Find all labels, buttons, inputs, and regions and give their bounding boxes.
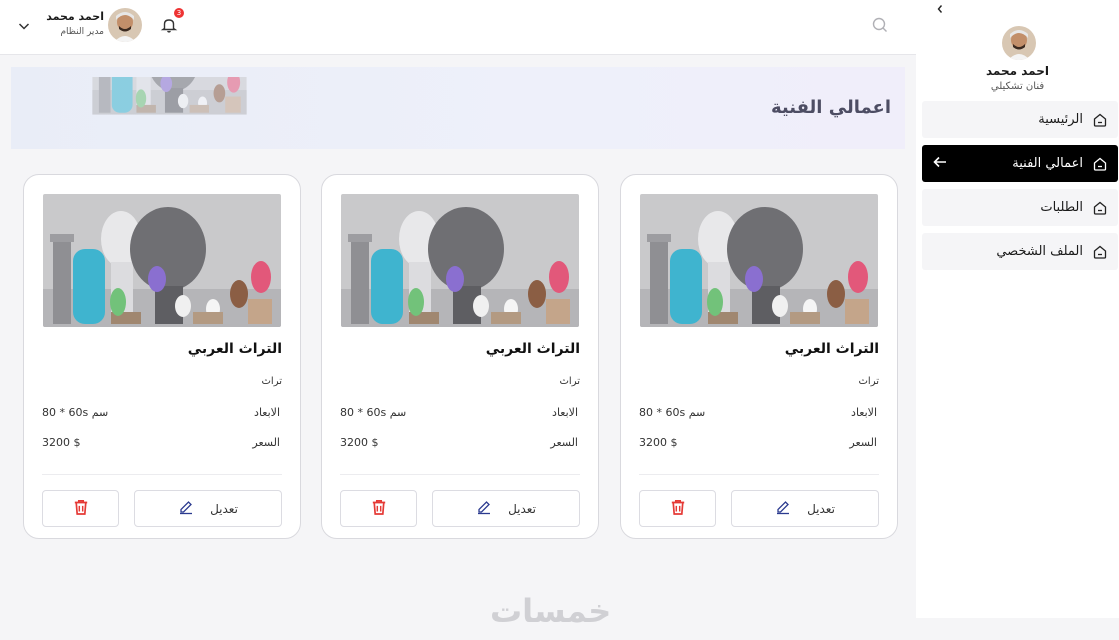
- arrow-left-icon: [932, 154, 948, 174]
- artwork-card: التراث العربي تراث الابعاد 80 * 60s سم ا…: [620, 174, 898, 539]
- trash-icon: [72, 498, 90, 520]
- home-icon: [1092, 200, 1108, 216]
- dimensions-value: 80 * 60s سم: [340, 406, 407, 419]
- delete-button[interactable]: [340, 490, 417, 527]
- sidebar-item-orders[interactable]: الطلبات: [922, 189, 1118, 226]
- edit-label: تعديل: [210, 501, 238, 516]
- sidebar-item-home[interactable]: الرئيسية: [922, 101, 1118, 138]
- delete-button[interactable]: [639, 490, 716, 527]
- sidebar-nav: الرئيسية اعمالي الفنية الطلبات الملف الش…: [922, 101, 1118, 277]
- price-value: 3200 $: [639, 436, 678, 449]
- sidebar-item-label: الرئيسية: [1038, 112, 1083, 127]
- sidebar-item-profile[interactable]: الملف الشخصي: [922, 233, 1118, 270]
- trash-icon: [669, 498, 687, 520]
- price-label: السعر: [252, 436, 280, 449]
- edit-label: تعديل: [807, 501, 835, 516]
- search-icon[interactable]: [871, 16, 889, 38]
- pencil-icon: [775, 499, 791, 518]
- divider: [42, 474, 282, 475]
- home-icon: [1092, 244, 1108, 260]
- dimensions-label: الابعاد: [552, 406, 578, 419]
- dimensions-value: 80 * 60s سم: [639, 406, 706, 419]
- delete-button[interactable]: [42, 490, 119, 527]
- header-user-role: مدير النظام: [60, 27, 104, 37]
- page-title: اعمالي الفنية: [770, 97, 891, 118]
- sidebar: احمد محمد فنان تشكيلي الرئيسية اعمالي ال…: [916, 0, 1119, 618]
- edit-button[interactable]: تعديل: [134, 490, 282, 527]
- price-label: السعر: [849, 436, 877, 449]
- edit-button[interactable]: تعديل: [432, 490, 580, 527]
- artwork-image[interactable]: [640, 194, 878, 327]
- price-value: 3200 $: [42, 436, 81, 449]
- artwork-image[interactable]: [43, 194, 281, 327]
- artwork-title: التراث العربي: [485, 341, 580, 357]
- pencil-icon: [178, 499, 194, 518]
- sidebar-item-my-artworks[interactable]: اعمالي الفنية: [922, 145, 1118, 182]
- avatar[interactable]: [1002, 26, 1036, 60]
- page-banner: اعمالي الفنية: [11, 67, 905, 149]
- home-icon: [1092, 156, 1108, 172]
- sidebar-item-label: الملف الشخصي: [996, 244, 1083, 259]
- artwork-title: التراث العربي: [784, 341, 879, 357]
- top-header: احمد محمد مدير النظام 3: [0, 0, 916, 55]
- artwork-category: تراث: [261, 376, 283, 387]
- pencil-icon: [476, 499, 492, 518]
- artwork-title: التراث العربي: [187, 341, 282, 357]
- home-icon: [1092, 112, 1108, 128]
- footer-logo: خمسات: [490, 592, 612, 630]
- trash-icon: [370, 498, 388, 520]
- edit-label: تعديل: [508, 501, 536, 516]
- dimensions-label: الابعاد: [851, 406, 877, 419]
- sidebar-user-name: احمد محمد: [986, 64, 1049, 78]
- artwork-card: التراث العربي تراث الابعاد 80 * 60s سم ا…: [321, 174, 599, 539]
- divider: [340, 474, 580, 475]
- edit-button[interactable]: تعديل: [731, 490, 879, 527]
- artwork-image[interactable]: [341, 194, 579, 327]
- dimensions-label: الابعاد: [254, 406, 280, 419]
- artwork-category: تراث: [858, 376, 880, 387]
- sidebar-item-label: اعمالي الفنية: [1012, 156, 1083, 171]
- artwork-category: تراث: [559, 376, 581, 387]
- header-user-name: احمد محمد: [46, 10, 104, 23]
- avatar[interactable]: [108, 8, 142, 42]
- sidebar-user-role: فنان تشكيلي: [990, 81, 1045, 92]
- chevron-left-icon[interactable]: [936, 3, 944, 17]
- artwork-card: التراث العربي تراث الابعاد 80 * 60s سم ا…: [23, 174, 301, 539]
- bell-icon[interactable]: [160, 16, 178, 38]
- divider: [639, 474, 879, 475]
- sidebar-item-label: الطلبات: [1040, 200, 1083, 215]
- price-label: السعر: [550, 436, 578, 449]
- dimensions-value: 80 * 60s سم: [42, 406, 109, 419]
- banner-image: [23, 77, 316, 140]
- price-value: 3200 $: [340, 436, 379, 449]
- chevron-down-icon[interactable]: [17, 18, 31, 37]
- notification-badge: 3: [174, 8, 184, 18]
